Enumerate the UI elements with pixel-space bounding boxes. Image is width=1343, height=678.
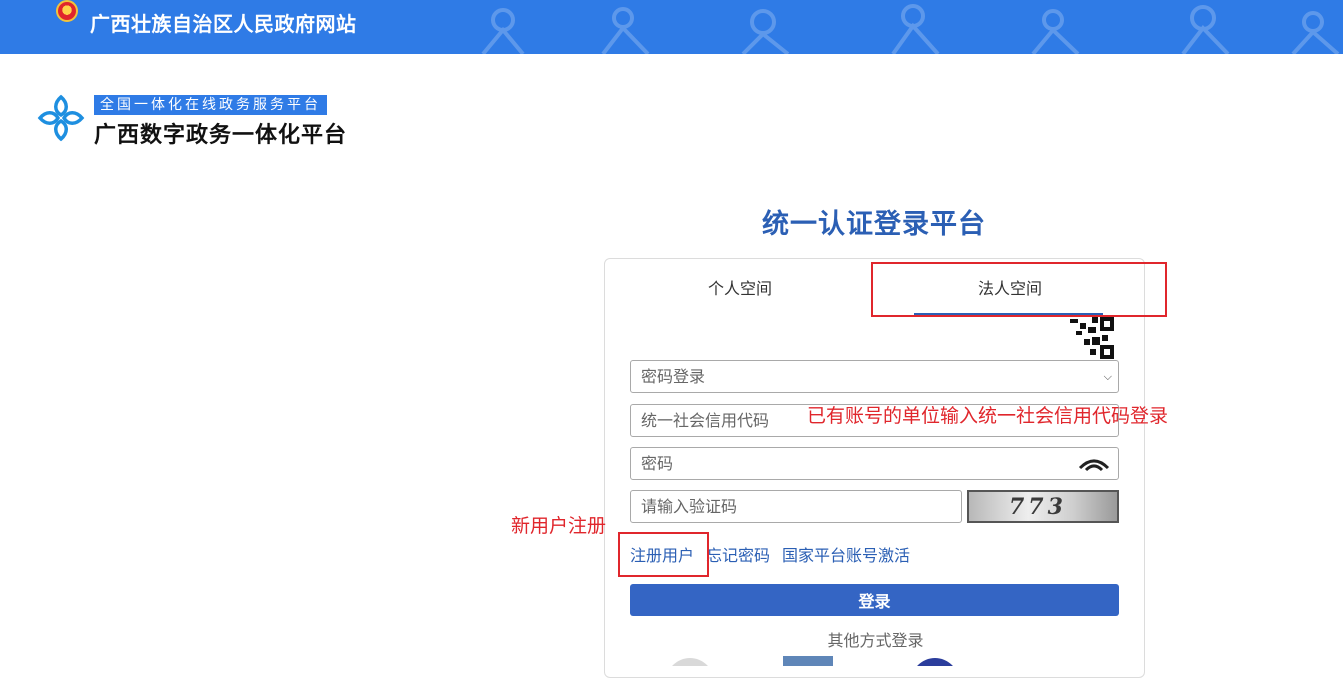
- captcha-input[interactable]: 请输入验证码: [630, 490, 962, 523]
- banner-decoration: [481, 4, 1340, 54]
- password-input[interactable]: 密码: [630, 447, 1119, 480]
- login-method-select[interactable]: 密码登录 ⌵: [630, 360, 1119, 393]
- other-login-methods-label: 其他方式登录: [827, 631, 924, 650]
- chevron-down-icon: ⌵: [1103, 370, 1112, 383]
- tab-personal-space[interactable]: 个人空间: [675, 275, 805, 299]
- captcha-image-text: 773: [1009, 494, 1067, 520]
- login-method-value: 密码登录: [641, 367, 706, 386]
- platform-subtitle: 全国一体化在线政务服务平台: [94, 95, 327, 115]
- annotation-credit-hint: 已有账号的单位输入统一社会信用代码登录: [807, 405, 1169, 427]
- login-heading: 统一认证登录平台: [762, 209, 986, 240]
- alt-login-icon-3[interactable]: [910, 656, 960, 666]
- site-title[interactable]: 广西壮族自治区人民政府网站: [90, 8, 357, 37]
- login-card: 个人空间 法人空间 密码登录 ⌵ 统一社会信用代码 密码 请输入验证码 773 …: [604, 258, 1145, 678]
- qr-code-icon[interactable]: [1070, 317, 1114, 361]
- national-emblem-icon: [56, 0, 78, 22]
- platform-name: 广西数字政务一体化平台: [94, 123, 348, 148]
- national-account-activate-link[interactable]: 国家平台账号激活: [782, 546, 910, 565]
- forgot-password-link[interactable]: 忘记密码: [706, 546, 770, 565]
- platform-logo-icon[interactable]: [36, 93, 86, 143]
- password-placeholder: 密码: [641, 454, 674, 473]
- alt-login-icon-2[interactable]: [783, 656, 833, 666]
- annotation-box-register: [618, 532, 709, 577]
- annotation-new-user-hint: 新用户注册: [511, 515, 607, 537]
- alt-login-icon-1[interactable]: [665, 656, 715, 666]
- login-button[interactable]: 登录: [630, 584, 1119, 616]
- annotation-box-legal-tab: [871, 262, 1167, 317]
- captcha-image[interactable]: 773: [967, 490, 1119, 523]
- eye-icon[interactable]: [1078, 456, 1110, 472]
- top-banner: 广西壮族自治区人民政府网站: [0, 0, 1343, 54]
